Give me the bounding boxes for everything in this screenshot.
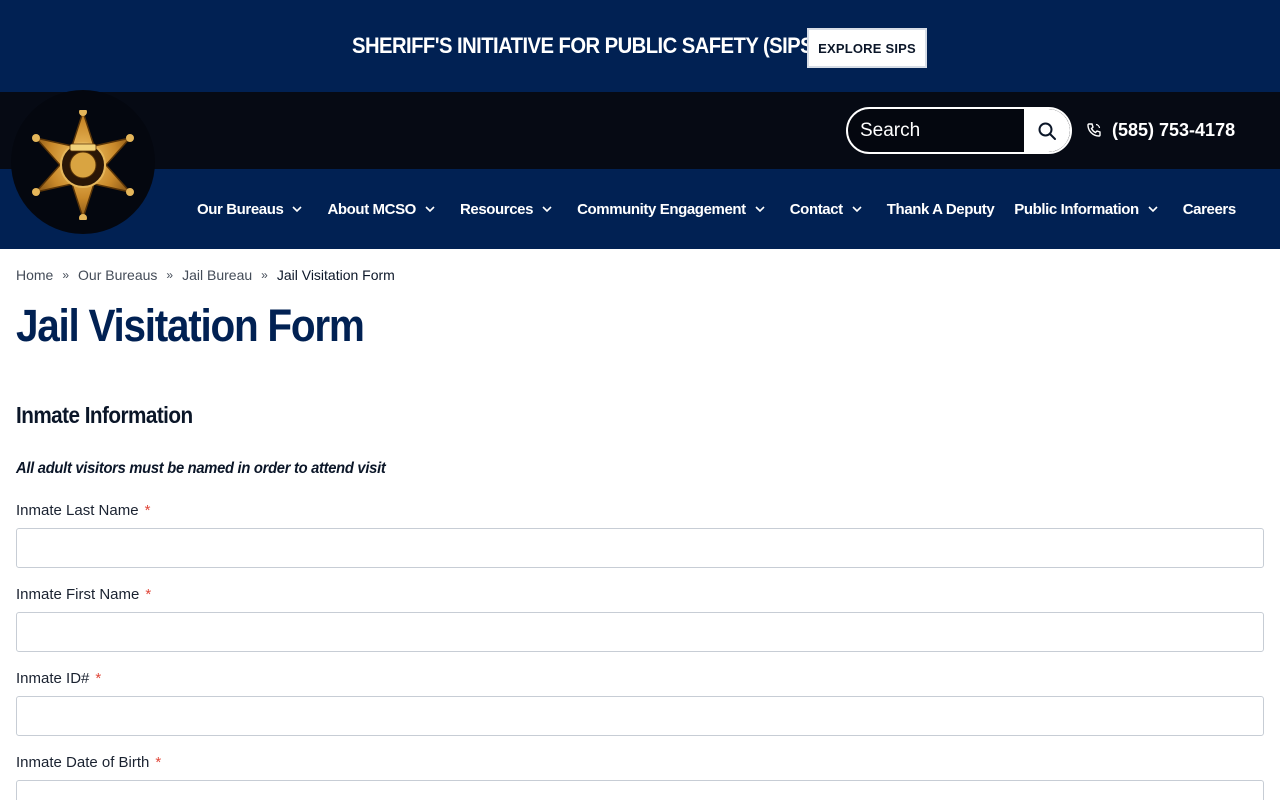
phone-icon xyxy=(1087,123,1101,137)
nav-item-label: Contact xyxy=(789,200,843,218)
promo-text: SHERIFF'S INITIATIVE FOR PUBLIC SAFETY (… xyxy=(352,33,820,58)
breadcrumb-current: Jail Visitation Form xyxy=(276,267,395,283)
chevron-down-icon xyxy=(542,206,552,213)
search-input[interactable] xyxy=(848,109,1028,152)
breadcrumb-link-jail-bureau[interactable]: Jail Bureau xyxy=(182,267,252,283)
search-box xyxy=(846,107,1072,154)
main-nav: Our Bureaus About MCSO Resources Communi… xyxy=(197,194,1236,224)
breadcrumb: Home » Our Bureaus » Jail Bureau » Jail … xyxy=(16,266,395,284)
breadcrumb-separator: » xyxy=(261,268,268,282)
field-label-text: Inmate Last Name xyxy=(16,502,139,519)
chevron-down-icon xyxy=(292,206,303,213)
nav-item-label: Public Information xyxy=(1014,200,1139,218)
visitor-note: All adult visitors must be named in orde… xyxy=(16,460,386,477)
chevron-down-icon xyxy=(852,206,862,213)
inmate-last-name-label: Inmate Last Name * xyxy=(16,502,150,519)
promo-banner: SHERIFF'S INITIATIVE FOR PUBLIC SAFETY (… xyxy=(0,0,1280,92)
phone-number: (585) 753-4178 xyxy=(1112,119,1236,140)
nav-item-careers[interactable]: Careers xyxy=(1183,194,1236,224)
inmate-dob-label: Inmate Date of Birth * xyxy=(16,754,161,771)
breadcrumb-separator: » xyxy=(166,268,174,282)
breadcrumb-link-our-bureaus[interactable]: Our Bureaus xyxy=(78,267,157,283)
nav-item-contact[interactable]: Contact xyxy=(790,194,863,224)
inmate-dob-input[interactable] xyxy=(16,780,1264,800)
breadcrumb-separator: » xyxy=(62,268,70,282)
field-label-text: Inmate Date of Birth xyxy=(16,754,150,771)
nav-item-about-mcso[interactable]: About MCSO xyxy=(327,194,435,224)
required-marker: * xyxy=(145,586,152,603)
nav-item-our-bureaus[interactable]: Our Bureaus xyxy=(197,194,303,224)
field-label-text: Inmate ID# xyxy=(16,670,90,687)
required-marker: * xyxy=(144,502,151,519)
nav-item-label: Careers xyxy=(1182,200,1236,218)
explore-sips-button[interactable]: EXPLORE SIPS xyxy=(807,28,927,68)
sheriff-star-badge-icon xyxy=(32,110,134,220)
required-marker: * xyxy=(95,670,102,687)
site-logo[interactable] xyxy=(11,90,155,234)
chevron-down-icon xyxy=(1148,206,1158,213)
nav-item-label: Resources xyxy=(459,200,534,218)
chevron-down-icon xyxy=(755,206,765,213)
chevron-down-icon xyxy=(425,206,435,213)
search-button[interactable] xyxy=(1024,109,1070,152)
search-icon xyxy=(1038,122,1056,140)
nav-item-label: Thank A Deputy xyxy=(886,200,995,218)
required-marker: * xyxy=(155,754,162,771)
inmate-id-input[interactable] xyxy=(16,696,1264,736)
nav-item-label: Our Bureaus xyxy=(197,200,284,218)
breadcrumb-link-home[interactable]: Home xyxy=(16,267,53,283)
nav-item-thank-a-deputy[interactable]: Thank A Deputy xyxy=(886,194,995,224)
nav-item-community-engagement[interactable]: Community Engagement xyxy=(577,194,766,224)
inmate-id-label: Inmate ID# * xyxy=(16,670,101,687)
inmate-first-name-label: Inmate First Name * xyxy=(16,586,151,603)
nav-item-public-information[interactable]: Public Information xyxy=(1014,194,1158,224)
inmate-first-name-input[interactable] xyxy=(16,612,1264,652)
page-title: Jail Visitation Form xyxy=(16,300,365,351)
nav-item-label: Community Engagement xyxy=(577,200,746,218)
nav-item-resources[interactable]: Resources xyxy=(460,194,553,224)
inmate-last-name-input[interactable] xyxy=(16,528,1264,568)
phone-link[interactable]: (585) 753-4178 xyxy=(1086,116,1235,144)
nav-item-label: About MCSO xyxy=(327,200,416,218)
section-title: Inmate Information xyxy=(16,402,193,428)
field-label-text: Inmate First Name xyxy=(16,586,140,603)
